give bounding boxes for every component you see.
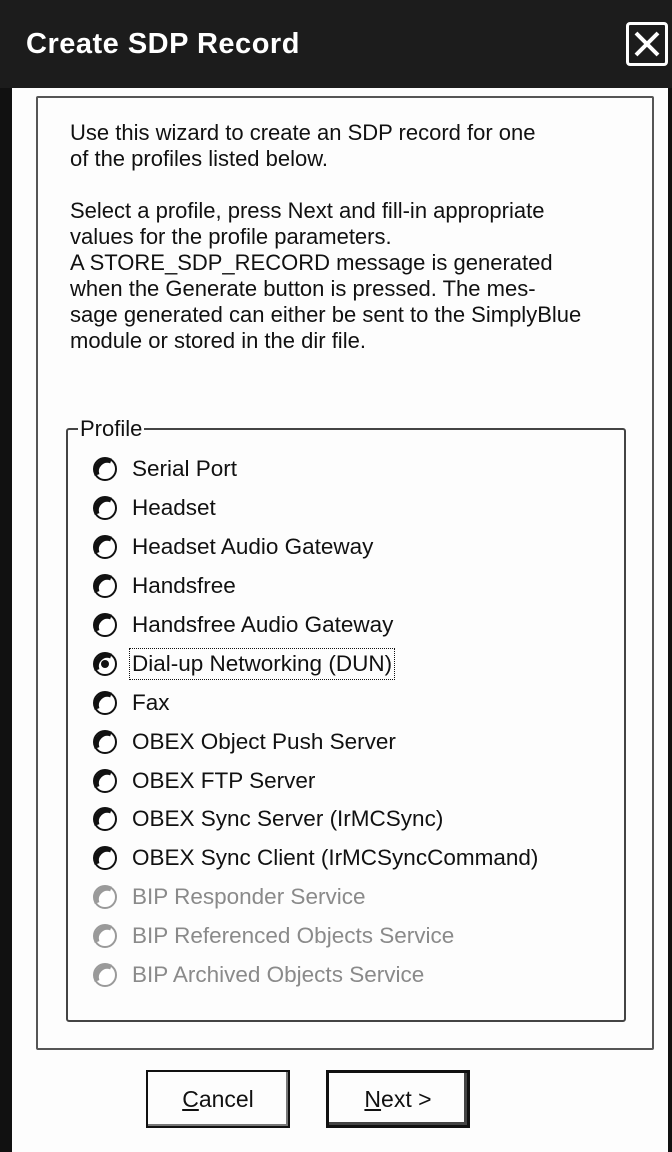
profile-option-label: BIP Referenced Objects Service — [132, 923, 455, 949]
cancel-button[interactable]: Cancel — [146, 1070, 290, 1128]
cancel-mnemonic: C — [182, 1085, 199, 1112]
profile-option[interactable]: OBEX Sync Server (IrMCSync) — [92, 800, 538, 839]
profile-option-label: Headset Audio Gateway — [132, 534, 374, 560]
profile-option-label: OBEX Sync Server (IrMCSync) — [132, 806, 444, 832]
profile-option[interactable]: Headset Audio Gateway — [92, 528, 538, 567]
profile-option: BIP Referenced Objects Service — [92, 917, 538, 956]
close-button[interactable] — [626, 22, 668, 66]
radio-button-icon — [93, 885, 117, 910]
profile-option[interactable]: Dial-up Networking (DUN) — [92, 644, 538, 683]
window-title: Create SDP Record — [26, 28, 300, 60]
profile-option[interactable]: OBEX Object Push Server — [92, 722, 538, 761]
profile-option-label: Fax — [132, 689, 170, 715]
profile-option: BIP Responder Service — [92, 878, 538, 917]
radio-button-icon[interactable] — [92, 768, 118, 794]
profile-option-label: BIP Archived Objects Service — [132, 962, 425, 988]
radio-button-icon[interactable] — [92, 729, 118, 755]
title-bar[interactable]: Create SDP Record — [0, 0, 672, 88]
intro-paragraph-1: Use this wizard to create an SDP record … — [70, 120, 536, 171]
radio-button-icon[interactable] — [92, 806, 118, 832]
profile-option[interactable]: OBEX FTP Server — [92, 761, 538, 800]
profile-option[interactable]: Handsfree — [92, 567, 538, 606]
cancel-label-rest: ancel — [198, 1085, 254, 1112]
radio-button-icon — [93, 963, 117, 988]
next-mnemonic: N — [364, 1085, 382, 1112]
profile-option-label: Headset — [132, 495, 216, 521]
profile-option-label: BIP Responder Service — [132, 884, 366, 910]
profile-option-label: Handsfree Audio Gateway — [132, 612, 394, 637]
profile-option-label: OBEX FTP Server — [132, 767, 316, 793]
profile-option-label: OBEX Object Push Server — [132, 728, 396, 754]
radio-button-icon[interactable] — [92, 690, 118, 716]
radio-button-icon[interactable] — [92, 573, 118, 599]
radio-button-icon[interactable] — [92, 495, 118, 521]
radio-button-icon[interactable] — [92, 534, 118, 560]
radio-button-icon[interactable] — [92, 651, 118, 677]
radio-button-icon[interactable] — [92, 612, 118, 638]
profile-option[interactable]: Fax — [92, 683, 538, 722]
radio-button-icon[interactable] — [92, 456, 118, 482]
next-label-rest: ext > — [381, 1085, 432, 1112]
dialog-window: Create SDP Record Use this wizard to cre… — [0, 0, 672, 1152]
intro-text: Use this wizard to create an SDP record … — [70, 120, 640, 354]
profile-option: BIP Archived Objects Service — [92, 956, 538, 995]
profile-groupbox: Profile Serial Port Headset Headset Audio … — [66, 416, 626, 1022]
close-icon — [634, 31, 660, 57]
profile-option[interactable]: Serial Port — [92, 450, 538, 489]
wizard-panel: Use this wizard to create an SDP record … — [36, 96, 654, 1050]
profile-option-label: Serial Port — [132, 456, 238, 482]
next-button[interactable]: Next > — [326, 1070, 470, 1128]
profile-option-label: OBEX Sync Client (IrMCSyncCommand) — [132, 845, 539, 871]
profile-group-legend: Profile — [78, 416, 145, 442]
profile-option[interactable]: Handsfree Audio Gateway — [92, 606, 538, 645]
profile-radio-list: Serial Port Headset Headset Audio Gateway H… — [92, 450, 538, 994]
profile-option[interactable]: Headset — [92, 489, 538, 528]
profile-option-label: Dial-up Networking (DUN) — [128, 647, 396, 680]
profile-option[interactable]: OBEX Sync Client (IrMCSyncCommand) — [92, 839, 538, 878]
intro-paragraph-2: Select a profile, press Next and fill-in… — [70, 198, 582, 353]
profile-option-label: Handsfree — [132, 573, 236, 599]
radio-button-icon[interactable] — [92, 845, 118, 871]
radio-button-icon — [93, 924, 117, 949]
